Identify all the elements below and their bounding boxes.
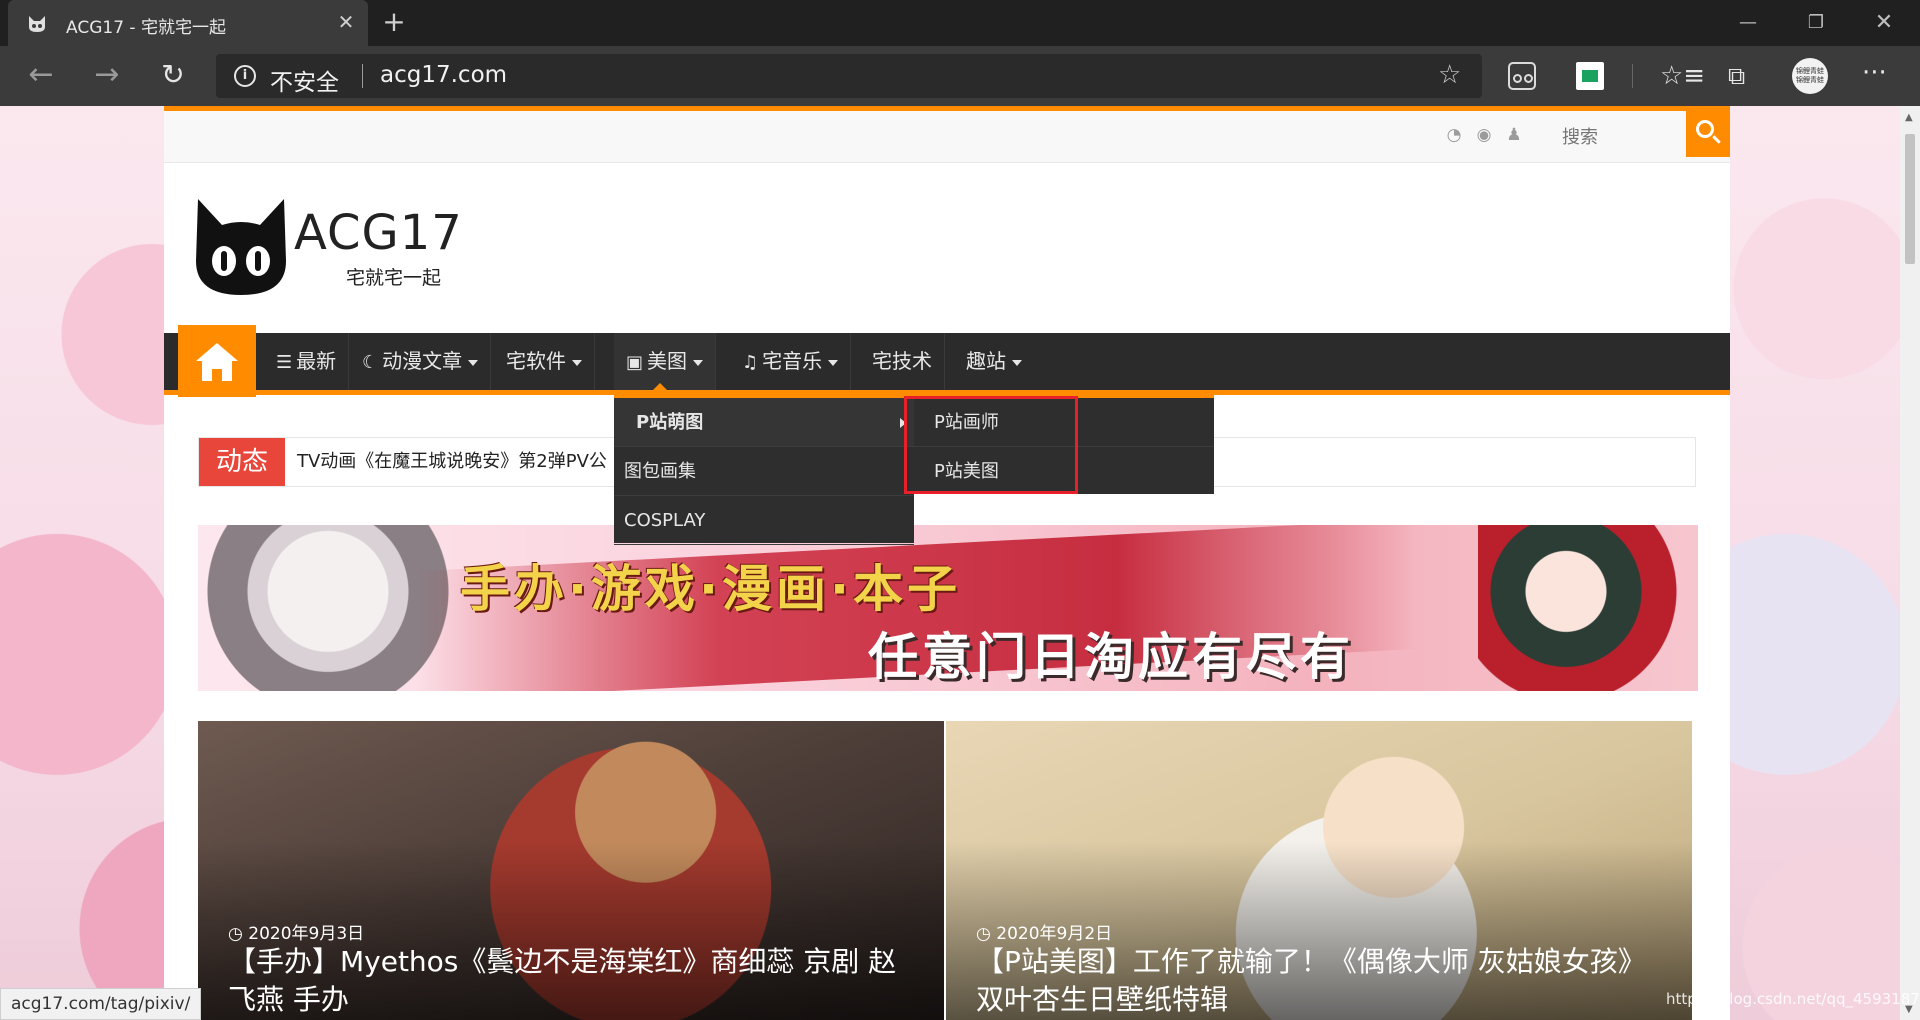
nav-item-fun-sites[interactable]: 趣站 [954, 333, 1034, 390]
qq-penguin-icon[interactable]: ♟ [1504, 125, 1524, 145]
window-minimize-icon[interactable]: — [1728, 8, 1768, 38]
nav-item-pictures[interactable]: ▣ 美图 [614, 333, 717, 391]
rss-icon[interactable]: ◔ [1444, 125, 1464, 145]
site-slogan: 宅就宅一起 [346, 267, 442, 289]
post-date: ◷ 2020年9月2日 [976, 924, 1113, 944]
scroll-up-arrow-icon[interactable]: ▲ [1905, 112, 1913, 123]
nav-item-anime-articles[interactable]: ☾ 动漫文章 [350, 333, 492, 390]
promo-banner[interactable]: 手办·游戏·漫画·本子 任意门日淘应有尽有 [198, 525, 1698, 691]
moon-icon: ☾ [362, 352, 379, 373]
new-tab-icon[interactable]: + [380, 6, 408, 38]
extension-green-icon[interactable] [1576, 62, 1604, 90]
nav-label-fun-sites: 趣站 [966, 349, 1006, 373]
post-date-text: 2020年9月2日 [996, 924, 1113, 944]
extension-eye-left [1513, 74, 1522, 83]
annotation-highlight-box [904, 396, 1078, 494]
nav-label-software: 宅软件 [506, 349, 566, 373]
cat-logo-icon [196, 199, 286, 295]
toolbar-divider [1632, 64, 1633, 88]
list-icon: ☰ [276, 352, 293, 373]
vertical-scrollbar[interactable]: ▲ ▼ [1900, 106, 1920, 1020]
window-restore-icon[interactable]: ❐ [1796, 8, 1836, 38]
ticker-headline-link[interactable]: TV动画《在魔王城说晚安》第2弹PV公 [297, 438, 607, 486]
main-navigation: ☰ 最新 ☾ 动漫文章 宅软件 ▣ 美图 ♫ 宅音乐 宅技术 趣站 [164, 325, 1730, 397]
post-title[interactable]: 【P站美图】工作了就输了！《偶像大师 灰姑娘女孩》双叶杏生日壁纸特辑 [976, 943, 1666, 1019]
ticker-label: 动态 [199, 438, 285, 486]
nav-label-music: 宅音乐 [762, 349, 823, 373]
search-icon-handle [1712, 135, 1721, 144]
nav-label-pictures: 美图 [647, 349, 688, 373]
browser-tab-bar: ACG17 - 宅就宅一起 ✕ + — ❐ ✕ [0, 0, 1920, 46]
forward-arrow-icon[interactable]: → [88, 58, 126, 94]
dropdown-item-artbooks[interactable]: 图包画集 [614, 447, 914, 496]
home-icon-roof [196, 343, 238, 361]
banner-character-right [1478, 525, 1698, 691]
site-top-bar: ◔ ◉ ♟ [164, 111, 1730, 163]
site-name: ACG17 [294, 205, 463, 261]
home-button[interactable] [178, 325, 256, 397]
collections-icon[interactable]: ⧉ [1728, 62, 1756, 90]
dropdown-item-cosplay[interactable]: COSPLAY [614, 496, 914, 545]
dropdown-item-pixiv-moe[interactable]: P站萌图 [614, 398, 914, 447]
link-status-bar: acg17.com/tag/pixiv/ [0, 988, 202, 1020]
address-bar[interactable]: i 不安全 acg17.com ☆ [216, 54, 1482, 98]
chevron-down-icon [468, 359, 479, 366]
address-divider [362, 64, 363, 88]
tab-close-icon[interactable]: ✕ [334, 9, 358, 35]
chevron-down-icon [572, 359, 582, 366]
nav-item-tech[interactable]: 宅技术 [860, 333, 945, 390]
more-menu-icon[interactable]: ··· [1862, 60, 1890, 90]
nav-item-music[interactable]: ♫ 宅音乐 [730, 333, 852, 390]
nav-item-software[interactable]: 宅软件 [494, 333, 595, 390]
info-icon[interactable]: i [234, 65, 256, 87]
add-favorite-star-icon[interactable]: ☆ [1438, 60, 1461, 90]
chevron-down-icon [1012, 359, 1022, 366]
nav-label-anime-articles: 动漫文章 [382, 349, 463, 373]
post-title[interactable]: 【手办】Myethos《鬓边不是海棠红》商细蕊 京剧 赵飞燕 手办 [228, 943, 918, 1019]
site-logo[interactable]: ACG17 宅就宅一起 [186, 191, 486, 301]
banner-subheadline: 任意门日淘应有尽有 [868, 628, 1354, 686]
music-note-icon: ♫ [742, 352, 759, 373]
search-input[interactable] [1552, 115, 1686, 159]
post-card[interactable]: ◷ 2020年9月2日 【P站美图】工作了就输了！《偶像大师 灰姑娘女孩》双叶杏… [946, 721, 1692, 1020]
search-icon [1696, 120, 1714, 138]
nav-item-latest[interactable]: ☰ 最新 [264, 333, 350, 390]
url-text[interactable]: acg17.com [380, 62, 507, 88]
post-card[interactable]: ◷ 2020年9月3日 【手办】Myethos《鬓边不是海棠红》商细蕊 京剧 赵… [198, 721, 944, 1020]
security-status-label[interactable]: 不安全 [270, 63, 339, 97]
pictures-dropdown-menu: P站萌图 图包画集 COSPLAY [614, 395, 914, 545]
banner-headline: 手办·游戏·漫画·本子 [460, 560, 961, 618]
extension-eyes-icon[interactable] [1508, 62, 1536, 90]
dropdown-item-label: P站萌图 [636, 412, 704, 433]
extension-eye-right [1524, 74, 1533, 83]
window-close-icon[interactable]: ✕ [1864, 8, 1904, 38]
favorites-list-icon[interactable]: ☆≡ [1660, 62, 1705, 90]
search-button[interactable] [1686, 111, 1730, 157]
extension-green-mark [1582, 70, 1598, 82]
site-page: ◔ ◉ ♟ ACG17 宅就宅一起 [164, 106, 1730, 1020]
scrollbar-thumb[interactable] [1905, 134, 1915, 264]
post-date: ◷ 2020年9月3日 [228, 924, 365, 944]
back-arrow-icon[interactable]: ← [22, 58, 60, 94]
browser-toolbar: ← → ↻ i 不安全 acg17.com ☆ ☆≡ ⧉ 锦鲤青蛙 锦鲤青蛙 ·… [0, 46, 1920, 106]
nav-label-tech: 宅技术 [872, 349, 932, 373]
chevron-down-icon [693, 359, 704, 366]
page-viewport: ◔ ◉ ♟ ACG17 宅就宅一起 [0, 106, 1900, 1020]
tab-title: ACG17 - 宅就宅一起 [66, 18, 226, 38]
post-date-text: 2020年9月3日 [248, 924, 365, 944]
refresh-icon[interactable]: ↻ [154, 58, 192, 94]
weibo-icon[interactable]: ◉ [1474, 125, 1494, 145]
cat-favicon-icon [29, 16, 45, 32]
nav-label-latest: 最新 [296, 349, 337, 373]
browser-tab-active[interactable]: ACG17 - 宅就宅一起 ✕ [8, 0, 368, 46]
home-icon-door [212, 369, 222, 381]
chevron-down-icon [828, 359, 839, 366]
profile-avatar[interactable]: 锦鲤青蛙 锦鲤青蛙 [1792, 58, 1828, 94]
image-icon: ▣ [626, 352, 644, 373]
watermark-text: https://blog.csdn.net/qq_4593187 [1666, 990, 1920, 1008]
